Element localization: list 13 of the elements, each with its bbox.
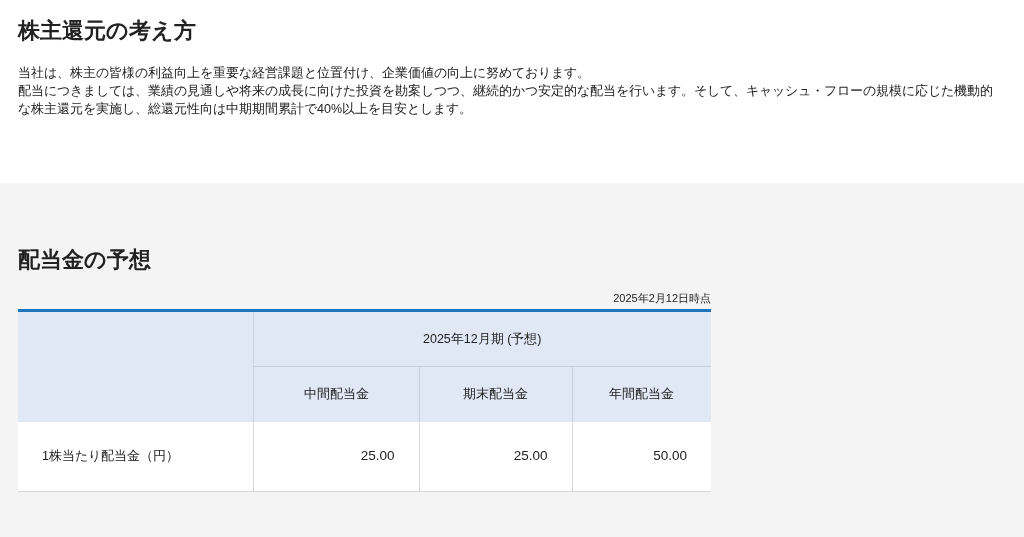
section-title: 配当金の予想 <box>18 246 151 274</box>
table-cell: 50.00 <box>572 421 711 492</box>
body-text: 配当につきましては、業績の見通しや将来の成長に向けた投資を勘案しつつ、継続的かつ安定的な配当を行います。そして、キャッシュ・フローの規模に応じた機動的な株主還元を実施し、総還元性向は中期期間累計で40%以上を目安とします。 <box>18 83 993 118</box>
body-text: 当社は、株主の皆様の利益向上を重要な経営課題と位置付け、企業価値の向上に努めております。 <box>18 65 591 82</box>
table-cell: 1株当たり配当金（円） <box>18 421 253 492</box>
table-header-cell: 2025年12月期 (予想) <box>253 310 711 367</box>
table-header-cell: 年間配当金 <box>572 366 711 422</box>
table-cell: 25.00 <box>419 421 572 492</box>
table-cell: 25.00 <box>253 421 419 492</box>
section-title: 株主還元の考え方 <box>18 17 196 45</box>
table-header-cell: 期末配当金 <box>419 366 572 422</box>
as-of-date: 2025年2月12日時点 <box>613 291 711 305</box>
table-header-cell: 中間配当金 <box>253 366 419 422</box>
